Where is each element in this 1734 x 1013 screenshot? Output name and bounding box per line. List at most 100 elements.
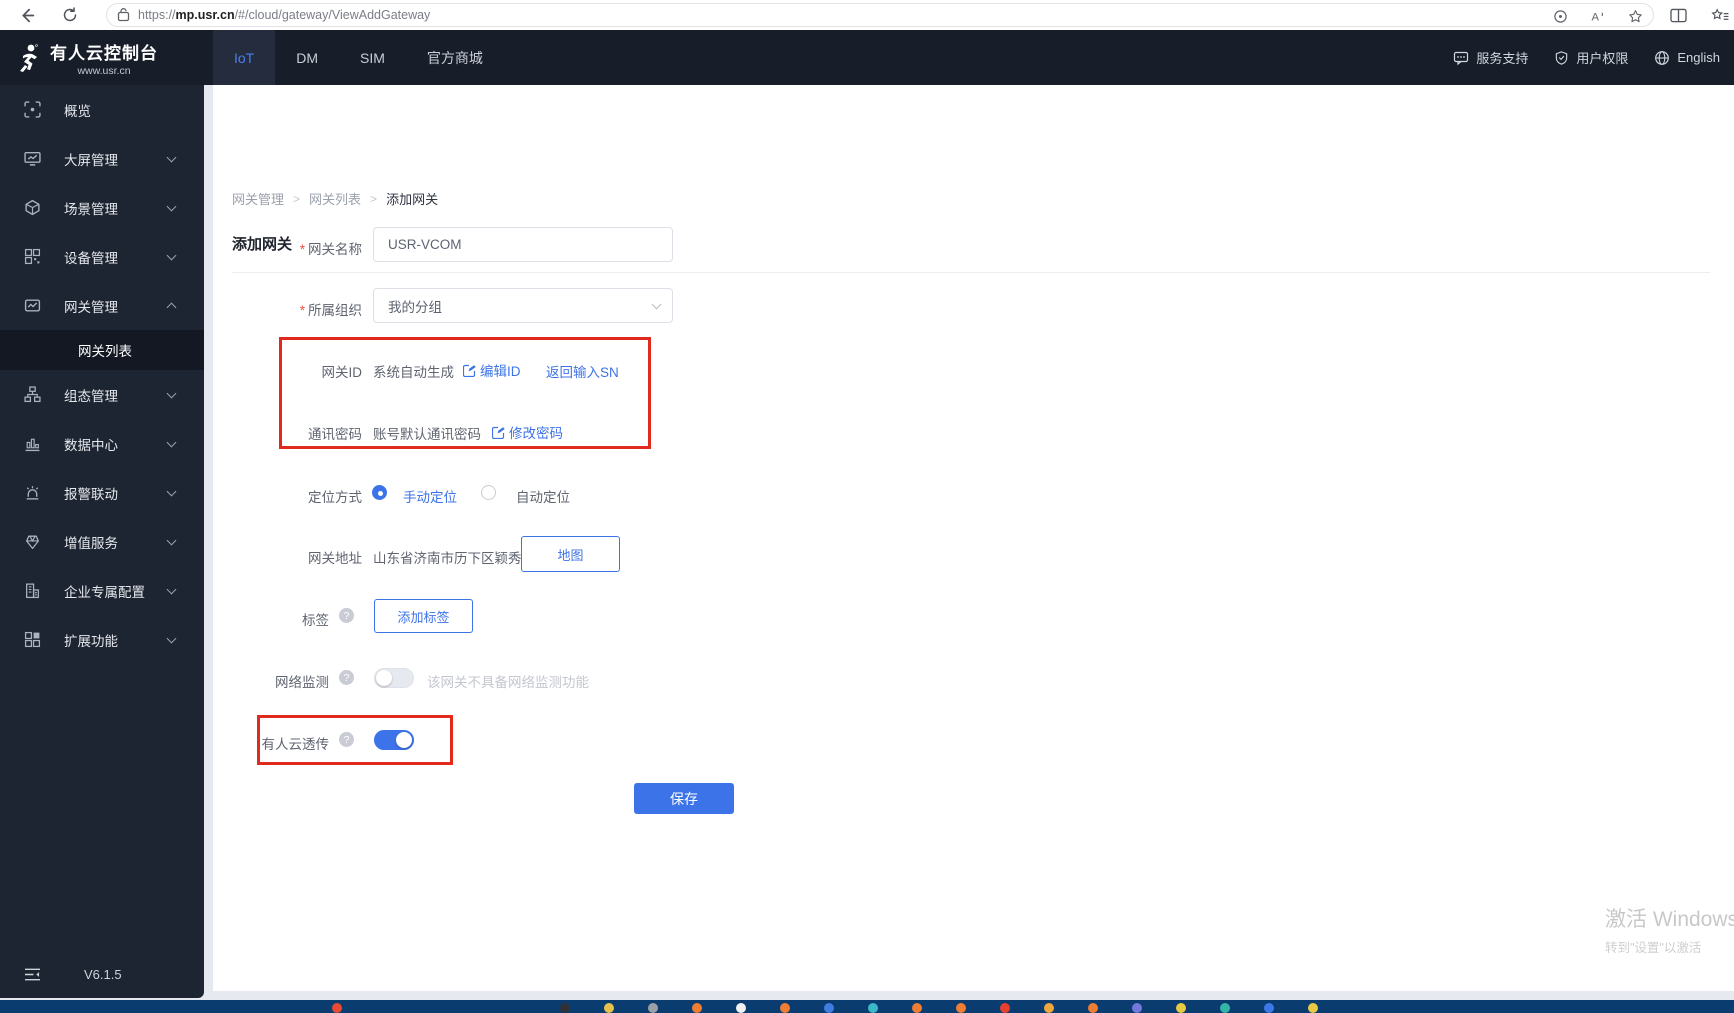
taskbar-app-icon[interactable]: [1220, 1003, 1230, 1013]
service-support-button[interactable]: 服务支持: [1453, 48, 1528, 67]
collapse-sidebar-icon[interactable]: [24, 967, 41, 982]
browser-back-button[interactable]: [14, 3, 38, 27]
taskbar-app-icon[interactable]: [780, 1003, 790, 1013]
favorite-star-icon[interactable]: [1628, 9, 1643, 24]
taskbar-app-icon[interactable]: [692, 1003, 702, 1013]
browser-refresh-button[interactable]: [58, 3, 82, 27]
sidebar-item-gateway-list[interactable]: 网关列表: [0, 330, 204, 370]
network-monitor-toggle[interactable]: [374, 668, 414, 688]
sidebar-item-extensions[interactable]: 扩展功能: [0, 615, 204, 664]
network-monitor-help-icon[interactable]: ?: [339, 670, 354, 685]
gateway-name-input[interactable]: [373, 227, 673, 262]
taskbar-app-icon[interactable]: [1044, 1003, 1054, 1013]
favorites-bar-icon[interactable]: [1708, 3, 1732, 27]
chevron-down-icon: [166, 201, 177, 211]
manual-location-radio[interactable]: [372, 485, 387, 500]
breadcrumb-gateway-list[interactable]: 网关列表: [309, 189, 361, 208]
breadcrumb-separator: >: [293, 191, 301, 206]
read-aloud-icon[interactable]: A: [1590, 9, 1606, 24]
alarm-icon: [24, 484, 42, 502]
extension-icon: [24, 631, 42, 649]
usr-logo[interactable]: 有人云控制台 www.usr.cn: [0, 30, 204, 85]
browser-toolbar: https://mp.usr.cn/#/cloud/gateway/ViewAd…: [0, 0, 1734, 30]
url-host: mp.usr.cn: [175, 8, 235, 22]
sidebar-item-value-added-services[interactable]: 增值服务: [0, 517, 204, 566]
sidebar-item-device-management[interactable]: 设备管理: [0, 232, 204, 281]
taskbar-app-icon[interactable]: [604, 1003, 614, 1013]
taskbar-app-icon[interactable]: [1132, 1003, 1142, 1013]
user-permissions-button[interactable]: 用户权限: [1554, 48, 1628, 67]
sidebar-item-configuration-management[interactable]: 组态管理: [0, 370, 204, 419]
chevron-down-icon: [166, 486, 177, 496]
gateway-icon: [24, 297, 42, 315]
chat-icon: [1453, 50, 1469, 66]
app-subtitle: www.usr.cn: [77, 64, 131, 77]
organization-select[interactable]: 我的分组: [373, 288, 673, 323]
tab-iot[interactable]: IoT: [213, 30, 276, 85]
breadcrumb: 网关管理 > 网关列表 > 添加网关: [232, 189, 438, 208]
sidebar-item-alarm-linkage[interactable]: 报警联动: [0, 468, 204, 517]
tab-sim[interactable]: SIM: [339, 30, 406, 85]
taskbar-app-icon[interactable]: [560, 1003, 570, 1013]
edit-id-link[interactable]: 编辑ID: [463, 360, 521, 380]
cloud-passthrough-label: 有人云透传: [261, 737, 330, 752]
taskbar-app-icon[interactable]: [912, 1003, 922, 1013]
sidebar-item-enterprise-config[interactable]: 企业专属配置: [0, 566, 204, 615]
return-input-sn-link[interactable]: 返回输入SN: [546, 361, 619, 381]
taskbar-app-icon[interactable]: [332, 1003, 342, 1013]
taskbar-app-icon[interactable]: [1264, 1003, 1274, 1013]
add-tag-button[interactable]: 添加标签: [374, 599, 473, 633]
taskbar-app-icon[interactable]: [1088, 1003, 1098, 1013]
breadcrumb-gateway-management[interactable]: 网关管理: [232, 189, 284, 208]
map-button[interactable]: 地图: [521, 536, 620, 572]
auto-location-label[interactable]: 自动定位: [516, 486, 570, 506]
split-screen-icon[interactable]: [1666, 3, 1690, 27]
taskbar-app-icon[interactable]: [1176, 1003, 1186, 1013]
shield-icon: [1554, 50, 1569, 66]
top-nav: IoT DM SIM 官方商城: [213, 30, 504, 85]
taskbar-app-icon[interactable]: [736, 1003, 746, 1013]
address-bar[interactable]: https://mp.usr.cn/#/cloud/gateway/ViewAd…: [106, 3, 1654, 27]
gateway-address-label: 网关地址: [308, 551, 362, 566]
chevron-down-icon: [166, 535, 177, 545]
chevron-down-icon: [166, 633, 177, 643]
site-security-icon[interactable]: [117, 8, 130, 22]
gateway-id-value: 系统自动生成: [373, 365, 454, 380]
cloud-passthrough-help-icon[interactable]: ?: [339, 732, 354, 747]
comm-password-value: 账号默认通讯密码: [373, 427, 481, 442]
url-text: https://mp.usr.cn/#/cloud/gateway/ViewAd…: [138, 8, 431, 22]
sidebar-item-overview[interactable]: 概览: [0, 85, 204, 134]
taskbar-app-icon[interactable]: [1308, 1003, 1318, 1013]
edit-icon: [492, 426, 505, 439]
sidebar-item-gateway-management[interactable]: 网关管理: [0, 281, 204, 330]
chevron-down-icon: [166, 437, 177, 447]
sidebar-item-data-center[interactable]: 数据中心: [0, 419, 204, 468]
tab-dm[interactable]: DM: [275, 30, 339, 85]
sidebar-item-screen-management[interactable]: 大屏管理: [0, 134, 204, 183]
taskbar-app-icon[interactable]: [648, 1003, 658, 1013]
taskbar-app-icon[interactable]: [1000, 1003, 1010, 1013]
tags-help-icon[interactable]: ?: [339, 608, 354, 623]
tab-official-store[interactable]: 官方商城: [406, 30, 504, 85]
language-switch-button[interactable]: English: [1654, 50, 1720, 66]
cloud-passthrough-toggle[interactable]: [374, 730, 414, 750]
taskbar-app-icon[interactable]: [824, 1003, 834, 1013]
taskbar-app-icon[interactable]: [956, 1003, 966, 1013]
location-permission-icon[interactable]: [1553, 9, 1568, 24]
enterprise-icon: [24, 582, 42, 600]
save-button[interactable]: 保存: [634, 783, 734, 814]
taskbar-app-icon[interactable]: [868, 1003, 878, 1013]
edit-icon: [463, 364, 476, 377]
content-gap: [204, 85, 213, 998]
auto-location-radio[interactable]: [481, 485, 496, 500]
change-password-link[interactable]: 修改密码: [492, 422, 563, 442]
divider: [232, 272, 1710, 273]
chevron-up-icon: [166, 302, 177, 312]
chevron-down-icon: [166, 584, 177, 594]
chevron-down-icon: [166, 152, 177, 162]
svg-text:A: A: [1591, 11, 1599, 23]
manual-location-label[interactable]: 手动定位: [403, 486, 457, 506]
breadcrumb-separator: >: [370, 191, 378, 206]
value-service-icon: [24, 533, 42, 551]
sidebar-item-scene-management[interactable]: 场景管理: [0, 183, 204, 232]
